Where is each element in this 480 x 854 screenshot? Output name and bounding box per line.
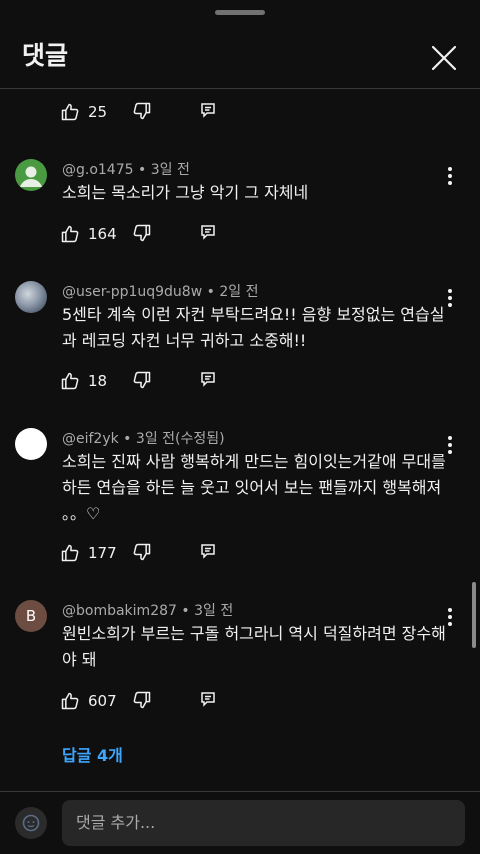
comment-meta: @eif2yk • 3일 전(수정됨): [62, 431, 225, 447]
comment-actions: 607: [60, 686, 215, 716]
close-icon: [431, 45, 457, 71]
like-count: 177: [88, 544, 117, 562]
like-button[interactable]: 164: [60, 224, 117, 244]
dislike-button[interactable]: [132, 101, 152, 121]
comment-meta: @g.o1475 • 3일 전: [62, 162, 190, 178]
comment-actions: 18: [60, 366, 215, 396]
comment-time: 3일 전(수정됨): [135, 431, 225, 447]
reply-button[interactable]: [200, 224, 216, 240]
user-avatar-icon: [22, 814, 40, 832]
close-button[interactable]: [426, 40, 462, 76]
reply-button[interactable]: [200, 691, 216, 707]
reply-icon: [201, 372, 215, 387]
comment-author[interactable]: @g.o1475: [62, 162, 134, 178]
reply-icon: [201, 103, 215, 118]
scrollbar[interactable]: [472, 582, 476, 648]
dislike-button[interactable]: [132, 542, 152, 562]
comment-meta: @bombakim287 • 3일 전: [62, 603, 234, 619]
like-button[interactable]: 25: [60, 102, 107, 122]
drag-handle[interactable]: [215, 10, 265, 15]
comment-time: 2일 전: [219, 284, 259, 300]
comment-text: 5센타 계속 이런 자컨 부탁드려요!! 음향 보정없는 연습실과 레코딩 자컨…: [62, 305, 445, 350]
like-count: 25: [88, 103, 108, 121]
comment-meta: @user-pp1uq9du8w • 2일 전: [62, 284, 259, 300]
avatar[interactable]: [15, 281, 47, 313]
add-comment-input[interactable]: 댓글 추가...: [62, 800, 465, 846]
dislike-button[interactable]: [132, 223, 152, 243]
like-count: 607: [88, 692, 117, 710]
thumbs-down-icon: [133, 102, 151, 120]
reply-icon: [201, 225, 215, 240]
comment-text: 소희는 진짜 사람 행복하게 만드는 힘이잇는거같애 무대를 하든 연습을 하든…: [62, 452, 446, 523]
like-button[interactable]: 177: [60, 543, 117, 563]
thumbs-down-icon: [133, 543, 151, 561]
thumbs-down-icon: [133, 371, 151, 389]
comment-actions: 25: [60, 97, 215, 127]
reply-icon: [201, 692, 215, 707]
avatar[interactable]: [15, 428, 47, 460]
my-avatar[interactable]: [15, 807, 47, 839]
page-title: 댓글: [22, 41, 69, 70]
reply-button[interactable]: [200, 371, 216, 387]
dislike-button[interactable]: [132, 370, 152, 390]
comment-author[interactable]: @user-pp1uq9du8w: [62, 284, 202, 300]
thumbs-up-icon: [61, 544, 79, 562]
like-count: 164: [88, 225, 117, 243]
comment-actions: 164: [60, 219, 215, 249]
comment-compose-bar: 댓글 추가...: [0, 792, 480, 854]
comment-text: 원빈소희가 부르는 구돌 허그라니 역시 덕질하려면 장수해야 돼: [62, 624, 446, 669]
comment-author[interactable]: @bombakim287: [62, 603, 177, 619]
comments-header: 댓글: [0, 18, 480, 88]
like-button[interactable]: 607: [60, 691, 117, 711]
comment-text: 소희는 목소리가 그냥 악기 그 자체네: [62, 183, 309, 202]
thumbs-up-icon: [61, 372, 79, 390]
avatar[interactable]: B: [15, 600, 47, 632]
comment-actions: 177: [60, 538, 215, 568]
reply-button[interactable]: [200, 102, 216, 118]
avatar[interactable]: [15, 159, 47, 191]
view-replies-link[interactable]: 답글 4개: [62, 742, 123, 766]
reply-icon: [201, 544, 215, 559]
reply-button[interactable]: [200, 543, 216, 559]
default-user-icon: [20, 166, 42, 187]
dislike-button[interactable]: [132, 690, 152, 710]
thumbs-up-icon: [61, 692, 79, 710]
comment-time: 3일 전: [150, 162, 190, 178]
thumbs-down-icon: [133, 224, 151, 242]
like-button[interactable]: 18: [60, 371, 107, 391]
like-count: 18: [88, 372, 108, 390]
comment-time: 3일 전: [194, 603, 234, 619]
thumbs-up-icon: [61, 103, 79, 121]
thumbs-down-icon: [133, 691, 151, 709]
comment-list[interactable]: 25 @g.o1475 • 3일 전 소희는 목소리가 그냥 악기 그 자체네 …: [0, 89, 480, 791]
comment-author[interactable]: @eif2yk: [62, 431, 119, 447]
thumbs-up-icon: [61, 225, 79, 243]
